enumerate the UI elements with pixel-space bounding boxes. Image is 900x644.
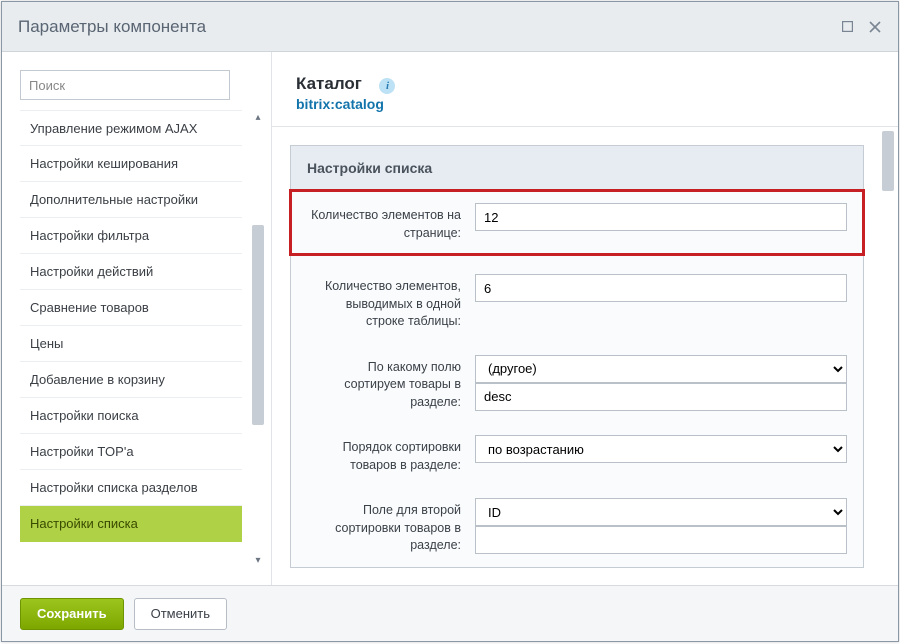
search-input[interactable] xyxy=(20,70,230,100)
sort-field2-input[interactable] xyxy=(475,526,847,554)
main-panel: Каталог i bitrix:catalog Настройки списк… xyxy=(272,52,898,585)
page-title: Каталог xyxy=(296,74,362,94)
info-icon[interactable]: i xyxy=(379,78,395,94)
sidebar-item[interactable]: Добавление в корзину xyxy=(20,362,242,398)
sidebar-item[interactable]: Сравнение товаров xyxy=(20,290,242,326)
sidebar-item[interactable]: Цены xyxy=(20,326,242,362)
close-icon[interactable] xyxy=(868,20,882,34)
scroll-down-icon[interactable]: ▾ xyxy=(251,553,265,567)
sort-field-input[interactable] xyxy=(475,383,847,411)
main-header: Каталог i bitrix:catalog xyxy=(272,52,898,126)
sort-field-select[interactable]: (другое) xyxy=(475,355,847,383)
sidebar: Управление режимом AJAXНастройки кеширов… xyxy=(2,52,272,585)
sort-order-select[interactable]: по возрастанию xyxy=(475,435,847,463)
field-page-count: Количество элементов на странице: xyxy=(291,191,863,254)
field-sort-field: По какому полю сортируем товары в раздел… xyxy=(291,343,863,424)
scroll-thumb[interactable] xyxy=(252,225,264,425)
maximize-icon[interactable] xyxy=(840,20,854,34)
footer: Сохранить Отменить xyxy=(2,585,898,641)
field-label: По какому полю сортируем товары в раздел… xyxy=(307,355,475,412)
cancel-button[interactable]: Отменить xyxy=(134,598,227,630)
sidebar-item[interactable]: Настройки списка разделов xyxy=(20,470,242,506)
form-scroll-thumb[interactable] xyxy=(882,131,894,191)
field-label: Поле для второй сортировки товаров в раз… xyxy=(307,498,475,555)
form-scrollbar[interactable] xyxy=(882,131,894,581)
sidebar-item[interactable]: Настройки TOP'а xyxy=(20,434,242,470)
titlebar: Параметры компонента xyxy=(2,2,898,52)
field-label: Количество элементов на странице: xyxy=(307,203,475,242)
component-code: bitrix:catalog xyxy=(296,96,395,112)
field-label: Количество элементов, выводимых в одной … xyxy=(307,274,475,331)
section-title: Настройки списка xyxy=(291,146,863,191)
nav-wrap: Управление режимом AJAXНастройки кеширов… xyxy=(20,110,271,567)
field-sort-order: Порядок сортировки товаров в разделе: по… xyxy=(291,423,863,486)
dialog-body: Управление режимом AJAXНастройки кеширов… xyxy=(2,52,898,585)
sidebar-item[interactable]: Настройки кеширования xyxy=(20,146,242,182)
sidebar-item[interactable]: Настройки поиска xyxy=(20,398,242,434)
sidebar-item[interactable]: Настройки действий xyxy=(20,254,242,290)
section-panel: Настройки списка Количество элементов на… xyxy=(290,145,864,568)
sidebar-item[interactable]: Настройки списка xyxy=(20,506,242,542)
page-count-input[interactable] xyxy=(475,203,847,231)
field-sort-field-2: Поле для второй сортировки товаров в раз… xyxy=(291,486,863,567)
sidebar-item[interactable]: Дополнительные настройки xyxy=(20,182,242,218)
sidebar-scrollbar[interactable]: ▴ ▾ xyxy=(251,110,265,567)
dialog-window: Параметры компонента Управление режимом … xyxy=(1,1,899,642)
nav-list: Управление режимом AJAXНастройки кеширов… xyxy=(20,110,242,567)
field-label: Порядок сортировки товаров в разделе: xyxy=(307,435,475,474)
field-row-count: Количество элементов, выводимых в одной … xyxy=(291,262,863,343)
sidebar-item[interactable]: Настройки фильтра xyxy=(20,218,242,254)
sidebar-item[interactable]: Управление режимом AJAX xyxy=(20,110,242,146)
form-scroll: Настройки списка Количество элементов на… xyxy=(272,126,898,585)
row-count-input[interactable] xyxy=(475,274,847,302)
window-title: Параметры компонента xyxy=(18,17,206,37)
scroll-up-icon[interactable]: ▴ xyxy=(251,110,265,124)
sort-field2-select[interactable]: ID xyxy=(475,498,847,526)
save-button[interactable]: Сохранить xyxy=(20,598,124,630)
